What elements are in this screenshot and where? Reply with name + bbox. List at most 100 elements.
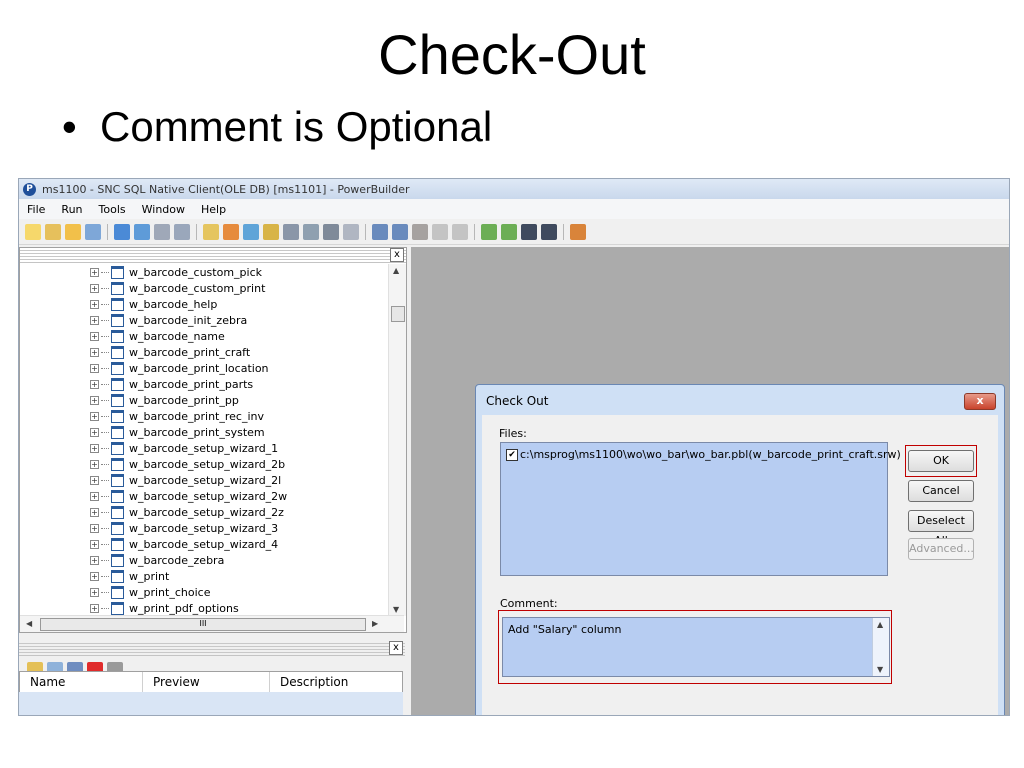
tree-item[interactable]: + w_barcode_setup_wizard_2w [20,488,386,504]
column-name[interactable]: Name [20,672,143,692]
cancel-button[interactable]: Cancel [908,480,974,502]
tree-item[interactable]: + w_barcode_init_zebra [20,312,386,328]
binary-icon[interactable] [372,224,388,240]
scroll-left-icon[interactable]: ◀ [26,619,32,628]
column-description[interactable]: Description [270,672,380,692]
tree-item[interactable]: + w_barcode_setup_wizard_3 [20,520,386,536]
scroll-up-icon[interactable]: ▲ [393,266,399,275]
tree-view-icon[interactable] [114,224,130,240]
expand-icon[interactable]: + [90,475,99,485]
expand-icon[interactable]: + [90,411,99,421]
edit-icon[interactable] [343,224,359,240]
script-icon[interactable] [203,224,219,240]
run-icon[interactable] [521,224,537,240]
tree-item[interactable]: + w_barcode_custom_print [20,280,386,296]
tree-item[interactable]: + w_barcode_setup_wizard_4 [20,536,386,552]
menu-tools[interactable]: Tools [91,203,134,216]
menu-help[interactable]: Help [193,203,234,216]
expand-icon[interactable]: + [90,443,99,453]
tree-item[interactable]: + w_barcode_print_rec_inv [20,408,386,424]
column-preview[interactable]: Preview [143,672,270,692]
deselect-all-button[interactable]: Deselect All [908,510,974,547]
tree-item[interactable]: + w_barcode_setup_wizard_2l [20,472,386,488]
tree-item[interactable]: + w_barcode_custom_pick [20,264,386,280]
tree-item[interactable]: + w_print_pdf_options [20,600,386,616]
ok-button[interactable]: OK [908,450,974,472]
binary-export-icon[interactable] [392,224,408,240]
advanced-button[interactable]: Advanced... [908,538,974,560]
library-icon[interactable] [283,224,299,240]
tree-item-label: w_print_choice [129,585,211,599]
expand-icon[interactable]: + [90,379,99,389]
tree-item[interactable]: + w_barcode_print_location [20,360,386,376]
expand-icon[interactable]: + [90,507,99,517]
checkout-icon[interactable] [432,224,448,240]
scroll-thumb[interactable] [391,306,405,322]
save-icon[interactable] [85,224,101,240]
menu-file[interactable]: File [19,203,53,216]
browser-icon[interactable] [243,224,259,240]
scroll-down-icon[interactable]: ▼ [877,665,883,674]
expand-icon[interactable]: + [90,363,99,373]
select-run-icon[interactable] [541,224,557,240]
menu-window[interactable]: Window [134,203,193,216]
tree-item[interactable]: + w_barcode_zebra [20,552,386,568]
debug-bug-icon[interactable] [481,224,497,240]
menu-run[interactable]: Run [53,203,90,216]
tree-item[interactable]: + w_barcode_name [20,328,386,344]
close-icon[interactable]: x [964,393,996,410]
tree-item[interactable]: + w_barcode_print_pp [20,392,386,408]
tree-item[interactable]: + w_barcode_print_system [20,424,386,440]
file-row[interactable]: ✔ c:\msprog\ms1100\wo\wo_bar\wo_bar.pbl(… [506,448,901,461]
tree-item[interactable]: + w_barcode_help [20,296,386,312]
close-icon[interactable]: x [390,248,404,262]
scroll-right-icon[interactable]: ▶ [372,619,378,628]
tree-item[interactable]: + w_barcode_print_parts [20,376,386,392]
new-icon[interactable] [25,224,41,240]
tree-item[interactable]: + w_barcode_print_craft [20,344,386,360]
expand-icon[interactable]: + [90,459,99,469]
inherit-icon[interactable] [45,224,61,240]
db-profile-icon[interactable] [323,224,339,240]
file-checkbox[interactable]: ✔ [506,448,518,461]
library-view-icon[interactable] [134,224,150,240]
expand-icon[interactable]: + [90,539,99,549]
expand-icon[interactable]: + [90,267,99,277]
close-icon[interactable]: x [389,641,403,655]
tree-item[interactable]: + w_barcode_setup_wizard_2z [20,504,386,520]
comment-textarea[interactable]: Add "Salary" column ▲ ▼ [502,617,890,677]
debug-step-icon[interactable] [501,224,517,240]
horizontal-scrollbar[interactable]: ◀ III ▶ [20,615,404,632]
expand-icon[interactable]: + [90,587,99,597]
tree-item[interactable]: + w_print_choice [20,584,386,600]
exit-icon[interactable] [570,224,586,240]
vertical-scrollbar[interactable]: ▲ ▼ [388,264,406,616]
expand-icon[interactable]: + [90,491,99,501]
expand-icon[interactable]: + [90,523,99,533]
expand-icon[interactable]: + [90,555,99,565]
expand-icon[interactable]: + [90,283,99,293]
debug-icon[interactable] [303,224,319,240]
expand-icon[interactable]: + [90,299,99,309]
expand-icon[interactable]: + [90,347,99,357]
deploy-icon[interactable] [174,224,190,240]
tree-item[interactable]: + w_barcode_setup_wizard_1 [20,440,386,456]
scroll-down-icon[interactable]: ▼ [393,605,399,614]
transfer-icon[interactable] [412,224,428,240]
expand-icon[interactable]: + [90,315,99,325]
scroll-up-icon[interactable]: ▲ [877,620,883,629]
checkin-icon[interactable] [452,224,468,240]
build-icon[interactable] [154,224,170,240]
tree-item[interactable]: + w_print [20,568,386,584]
expand-icon[interactable]: + [90,603,99,613]
expand-icon[interactable]: + [90,395,99,405]
expand-icon[interactable]: + [90,331,99,341]
tree-item[interactable]: + w_barcode_setup_wizard_2b [20,456,386,472]
painter-icon[interactable] [263,224,279,240]
expand-icon[interactable]: + [90,571,99,581]
open-folder-icon[interactable] [65,224,81,240]
expand-icon[interactable]: + [90,427,99,437]
comment-scrollbar[interactable]: ▲ ▼ [872,618,889,676]
database-icon[interactable] [223,224,239,240]
hscroll-thumb[interactable]: III [40,618,366,631]
